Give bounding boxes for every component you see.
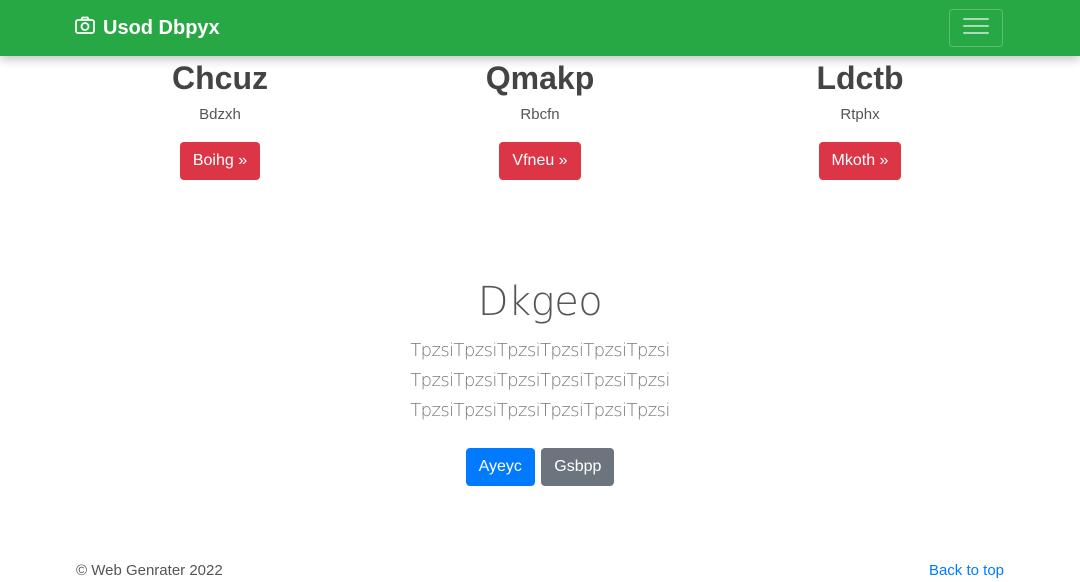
feature-text: Rbcfn xyxy=(520,106,560,123)
navbar: Usod Dbpyx xyxy=(0,0,1080,56)
feature-title: Chcuz xyxy=(172,60,268,96)
navbar-brand[interactable]: Usod Dbpyx xyxy=(75,16,220,40)
hero-primary-button[interactable]: Ayeyc xyxy=(465,448,535,486)
hero-secondary-button[interactable]: Gsbpp xyxy=(541,448,615,486)
hero-lead: TpzsiTpzsiTpzsiTpzsiTpzsiTpzsi TpzsiTpzs… xyxy=(410,340,670,421)
hero-title: Dkgeo xyxy=(477,279,603,325)
footer: © Web Genrater 2022 Back to top xyxy=(0,560,1080,582)
feature-title: Qmakp xyxy=(485,60,595,96)
back-to-top-link[interactable]: Back to top xyxy=(929,562,1004,579)
hero-section: Dkgeo TpzsiTpzsiTpzsiTpzsiTpzsiTpzsi Tpz… xyxy=(0,278,1080,486)
navbar-toggler-button[interactable] xyxy=(949,9,1003,47)
hamburger-icon xyxy=(963,16,989,41)
feature-text: Bdzxh xyxy=(199,106,241,123)
feature-button[interactable]: Boihg » xyxy=(179,142,261,180)
camera-icon xyxy=(75,16,103,40)
feature-text: Rtphx xyxy=(840,106,880,123)
brand-name: Usod Dbpyx xyxy=(103,17,220,39)
feature-title: Ldctb xyxy=(816,60,904,96)
feature-button[interactable]: Mkoth » xyxy=(818,142,902,180)
footer-copyright: © Web Genrater 2022 xyxy=(76,562,223,579)
feature-button[interactable]: Vfneu » xyxy=(499,142,581,180)
